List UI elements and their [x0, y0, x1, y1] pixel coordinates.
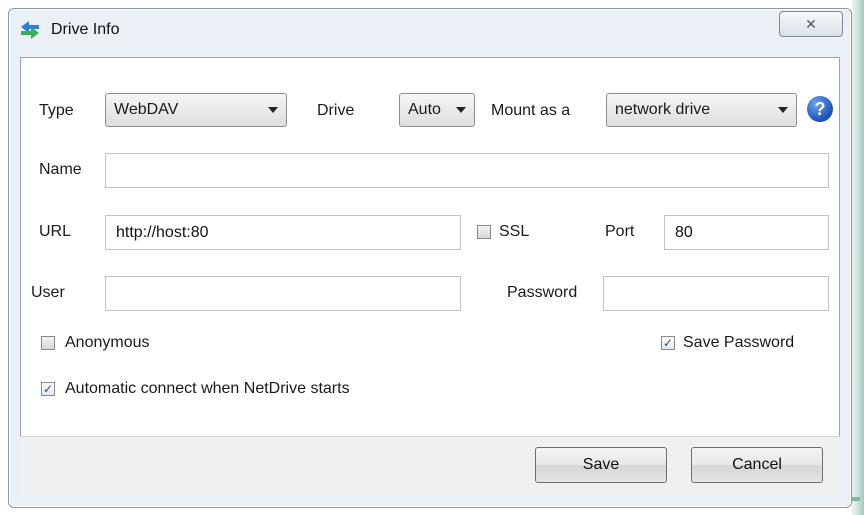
port-input[interactable]: 80 [664, 215, 829, 250]
dialog-footer: Save Cancel [20, 436, 840, 496]
window-title: Drive Info [51, 21, 120, 38]
user-label: User [31, 284, 65, 301]
drive-info-dialog: Drive Info ✕ Type WebDAV Drive Auto Moun… [8, 8, 852, 508]
save-password-label: Save Password [683, 334, 795, 351]
save-password-checkbox[interactable]: ✓ [661, 336, 675, 350]
url-label: URL [39, 223, 72, 240]
cancel-button[interactable]: Cancel [691, 447, 823, 483]
name-label: Name [39, 161, 82, 178]
checkmark-icon: ✓ [662, 336, 674, 350]
background-edge [852, 0, 864, 515]
name-input[interactable] [105, 153, 829, 188]
ssl-checkbox[interactable] [477, 225, 491, 239]
form-panel: Type WebDAV Drive Auto Mount as a networ… [20, 57, 840, 437]
save-button[interactable]: Save [535, 447, 667, 483]
type-label: Type [39, 102, 74, 119]
drive-select-value: Auto [408, 101, 441, 118]
help-icon[interactable]: ? [807, 96, 833, 122]
mount-as-select-value: network drive [615, 101, 711, 118]
chevron-down-icon [268, 107, 278, 113]
chevron-down-icon [778, 107, 788, 113]
type-select[interactable]: WebDAV [105, 93, 287, 127]
url-input[interactable]: http://host:80 [105, 215, 461, 250]
mount-as-select[interactable]: network drive [606, 93, 797, 127]
drive-select[interactable]: Auto [399, 93, 475, 127]
port-label: Port [605, 223, 635, 240]
auto-connect-label: Automatic connect when NetDrive starts [65, 380, 350, 397]
anonymous-label: Anonymous [65, 334, 150, 351]
close-icon: ✕ [805, 15, 817, 32]
type-select-value: WebDAV [114, 101, 179, 118]
mount-as-label: Mount as a [491, 102, 571, 119]
user-input[interactable] [105, 276, 461, 311]
netdrive-arrows-icon [19, 19, 41, 41]
drive-label: Drive [317, 102, 355, 119]
password-input[interactable] [603, 276, 829, 311]
checkmark-icon: ✓ [42, 382, 54, 396]
auto-connect-checkbox[interactable]: ✓ [41, 382, 55, 396]
password-label: Password [507, 284, 578, 301]
help-glyph: ? [814, 98, 826, 119]
anonymous-checkbox[interactable] [41, 336, 55, 350]
ssl-label: SSL [499, 223, 530, 240]
chevron-down-icon [456, 107, 466, 113]
close-button[interactable]: ✕ [779, 11, 843, 37]
